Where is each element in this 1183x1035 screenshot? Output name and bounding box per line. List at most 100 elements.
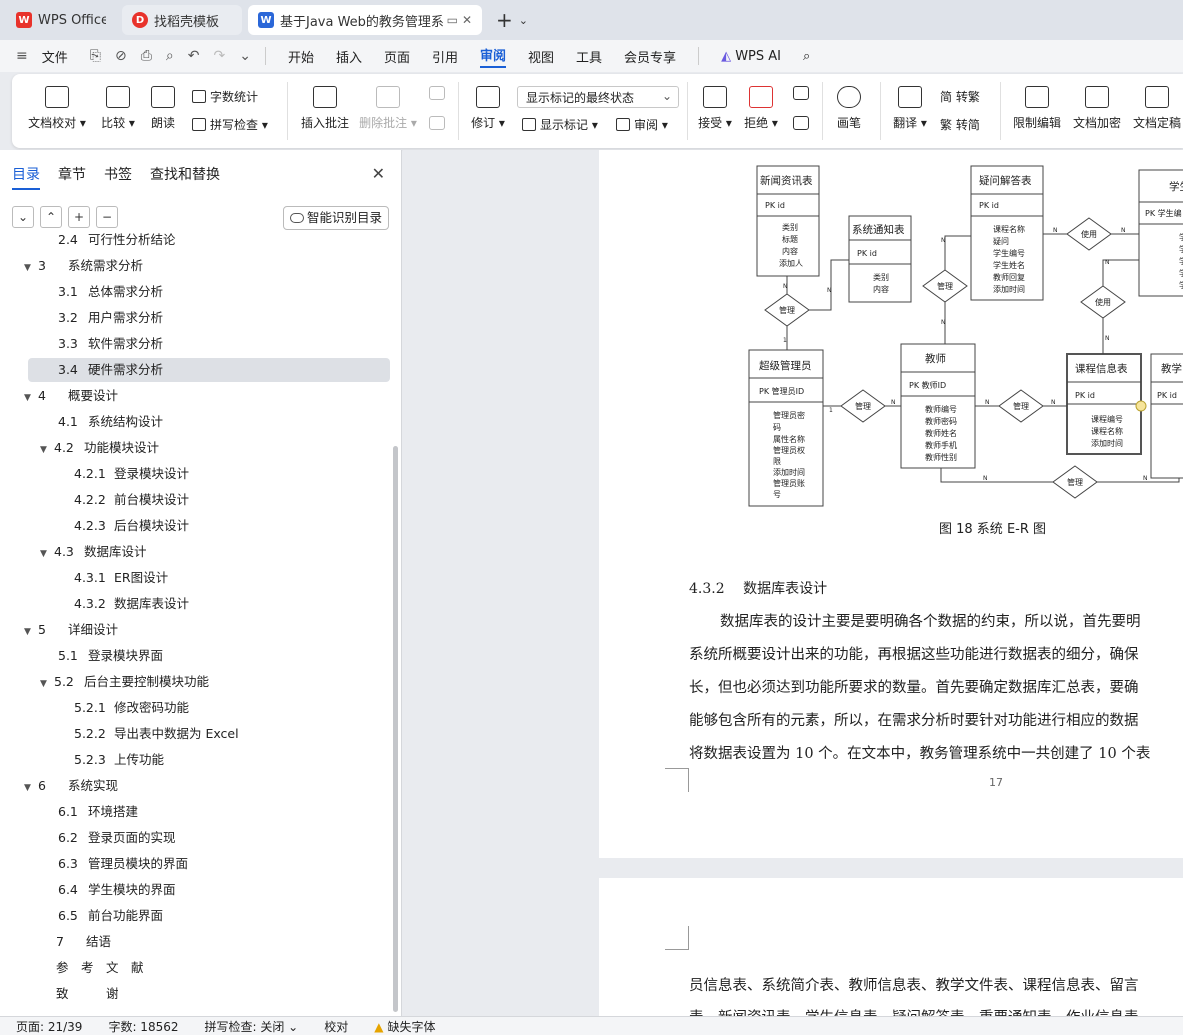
more-quick-access-icon[interactable]: ⌄ [239, 48, 251, 64]
new-tab-icon[interactable]: + [496, 8, 513, 32]
menu-tools[interactable]: 工具 [576, 47, 602, 66]
toc-item[interactable]: ▼ 5.2 后台主要控制模块功能 [0, 670, 380, 694]
toc-item[interactable]: 5.2.2 导出表中数据为 Excel [0, 722, 380, 746]
page-indicator[interactable]: 页面: 21/39 [16, 1018, 82, 1035]
monitor-icon[interactable]: ▭ [447, 13, 458, 27]
toc-item[interactable]: 6.5 前台功能界面 [0, 904, 380, 928]
toc-item[interactable]: ▼ 5 详细设计 [0, 618, 380, 642]
tab-docer-templates[interactable]: D 找稻壳模板 [122, 5, 242, 35]
toc-item[interactable]: 4.2.1 登录模块设计 [0, 462, 380, 486]
toc-item[interactable]: 5.2.3 上传功能 [0, 748, 380, 772]
close-tab-icon[interactable]: ✕ [462, 13, 472, 27]
toc-item[interactable]: 4.3.2 数据库表设计 [0, 592, 380, 616]
menu-page[interactable]: 页面 [384, 47, 410, 66]
next-change-button[interactable] [790, 116, 812, 136]
tab-document[interactable]: W 基于Java Web的教务管理系统 ▭ ✕ [248, 5, 482, 35]
add-icon[interactable]: + [68, 206, 90, 228]
toc-item[interactable]: 3.4 硬件需求分析 [28, 358, 390, 382]
expand-arrow-icon[interactable]: ▼ [40, 672, 50, 696]
toc-item[interactable]: 4.2.3 后台模块设计 [0, 514, 380, 538]
search-icon[interactable]: ⌕ [803, 49, 810, 64]
share-icon[interactable]: ⊘ [115, 48, 127, 64]
toc-scrollbar[interactable] [393, 446, 398, 1012]
show-markup-button[interactable]: 显示标记 ▾ [522, 116, 598, 133]
menu-member[interactable]: 会员专享 [624, 47, 676, 66]
prev-comment-button[interactable] [426, 86, 448, 106]
expand-arrow-icon[interactable]: ▼ [24, 386, 34, 410]
to-simplified-button[interactable]: 繁 转简 [940, 116, 980, 133]
close-icon[interactable]: ✕ [372, 164, 385, 183]
undo-icon[interactable]: ↶ [188, 48, 200, 64]
menu-view[interactable]: 视图 [528, 47, 554, 66]
toc-item[interactable]: 参 考 文 献 [0, 956, 380, 980]
toc-item[interactable]: ▼ 4.2 功能模块设计 [0, 436, 380, 460]
spell-check-button[interactable]: 拼写检查 ▾ [192, 116, 268, 133]
toc-item[interactable]: 5.2.1 修改密码功能 [0, 696, 380, 720]
markup-state-select[interactable]: 显示标记的最终状态 ⌄ [517, 86, 679, 108]
pen-button[interactable]: 画笔 [834, 86, 864, 131]
nav-tab-find-replace[interactable]: 查找和替换 [150, 164, 220, 190]
toc-item[interactable]: 6.2 登录页面的实现 [0, 826, 380, 850]
accept-button[interactable]: 接受 ▾ [698, 86, 732, 131]
revise-button[interactable]: 修订 ▾ [468, 86, 508, 131]
menu-review[interactable]: 审阅 [480, 45, 507, 68]
hamburger-icon[interactable]: ≡ [16, 48, 28, 64]
print-icon[interactable]: ⎙ [141, 48, 152, 64]
toc-item[interactable]: 3.3 软件需求分析 [0, 332, 380, 356]
toc-item[interactable]: 3.2 用户需求分析 [0, 306, 380, 330]
nav-tab-toc[interactable]: 目录 [12, 164, 40, 190]
toc-item[interactable]: 4.2.2 前台模块设计 [0, 488, 380, 512]
review-pane-button[interactable]: 审阅 ▾ [616, 116, 668, 133]
toc-item[interactable]: 4.3.1 ER图设计 [0, 566, 380, 590]
spell-check-indicator[interactable]: 拼写检查: 关闭 ⌄ [205, 1018, 299, 1035]
word-count-indicator[interactable]: 字数: 18562 [108, 1018, 178, 1035]
print-preview-icon[interactable]: ⌕ [166, 48, 174, 64]
wps-ai-button[interactable]: ◭ WPS AI [721, 49, 781, 64]
menu-start[interactable]: 开始 [288, 47, 314, 66]
proof-indicator[interactable]: 校对 [324, 1018, 348, 1035]
menu-insert[interactable]: 插入 [336, 47, 362, 66]
toc-item[interactable]: 致 谢 [0, 982, 380, 1006]
compare-button[interactable]: 比较 ▾ [96, 86, 140, 131]
doc-proof-button[interactable]: 文档校对 ▾ [28, 86, 86, 131]
restrict-edit-button[interactable]: 限制编辑 [1012, 86, 1062, 131]
nav-tab-sections[interactable]: 章节 [58, 164, 86, 190]
save-icon[interactable]: ⎘ [90, 48, 101, 64]
nav-tab-bookmarks[interactable]: 书签 [104, 164, 132, 190]
toc-item[interactable]: 6.3 管理员模块的界面 [0, 852, 380, 876]
reject-button[interactable]: 拒绝 ▾ [744, 86, 778, 131]
menu-file[interactable]: 文件 [42, 47, 68, 66]
to-traditional-button[interactable]: 简 转繁 [940, 88, 980, 105]
collapse-up-icon[interactable]: ⌃ [40, 206, 62, 228]
read-aloud-button[interactable]: 朗读 [148, 86, 178, 131]
delete-comment-button[interactable]: 删除批注 ▾ [359, 86, 417, 131]
toc-item[interactable]: ▼ 6 系统实现 [0, 774, 380, 798]
toc-item[interactable]: ▼ 4 概要设计 [0, 384, 380, 408]
next-comment-button[interactable] [426, 116, 448, 136]
doc-encrypt-button[interactable]: 文档加密 [1072, 86, 1122, 131]
chevron-down-icon[interactable]: ⌄ [519, 14, 528, 27]
expand-down-icon[interactable]: ⌄ [12, 206, 34, 228]
toc-item[interactable]: ▼ 4.3 数据库设计 [0, 540, 380, 564]
prev-change-button[interactable] [790, 86, 812, 106]
expand-arrow-icon[interactable]: ▼ [24, 776, 34, 800]
toc-item[interactable]: 6.4 学生模块的界面 [0, 878, 380, 902]
remove-icon[interactable]: − [96, 206, 118, 228]
toc-item[interactable]: 7 结语 [0, 930, 380, 954]
expand-arrow-icon[interactable]: ▼ [24, 256, 34, 280]
insert-comment-button[interactable]: 插入批注 [298, 86, 352, 131]
doc-finalize-button[interactable]: 文档定稿 [1132, 86, 1182, 131]
redo-icon[interactable]: ↷ [213, 48, 225, 64]
expand-arrow-icon[interactable]: ▼ [24, 620, 34, 644]
smart-toc-button[interactable]: 智能识别目录 [282, 206, 389, 230]
toc-item[interactable]: 6.1 环境搭建 [0, 800, 380, 824]
missing-font-indicator[interactable]: ▲ 缺失字体 [374, 1018, 435, 1035]
expand-arrow-icon[interactable]: ▼ [40, 542, 50, 566]
translate-button[interactable]: 翻译 ▾ [892, 86, 928, 131]
toc-item[interactable]: 4.1 系统结构设计 [0, 410, 380, 434]
toc-item[interactable]: 5.1 登录模块界面 [0, 644, 380, 668]
expand-arrow-icon[interactable]: ▼ [40, 438, 50, 462]
toc-item[interactable]: ▼ 3 系统需求分析 [0, 254, 380, 278]
menu-references[interactable]: 引用 [432, 47, 458, 66]
toc-item[interactable]: 3.1 总体需求分析 [0, 280, 380, 304]
